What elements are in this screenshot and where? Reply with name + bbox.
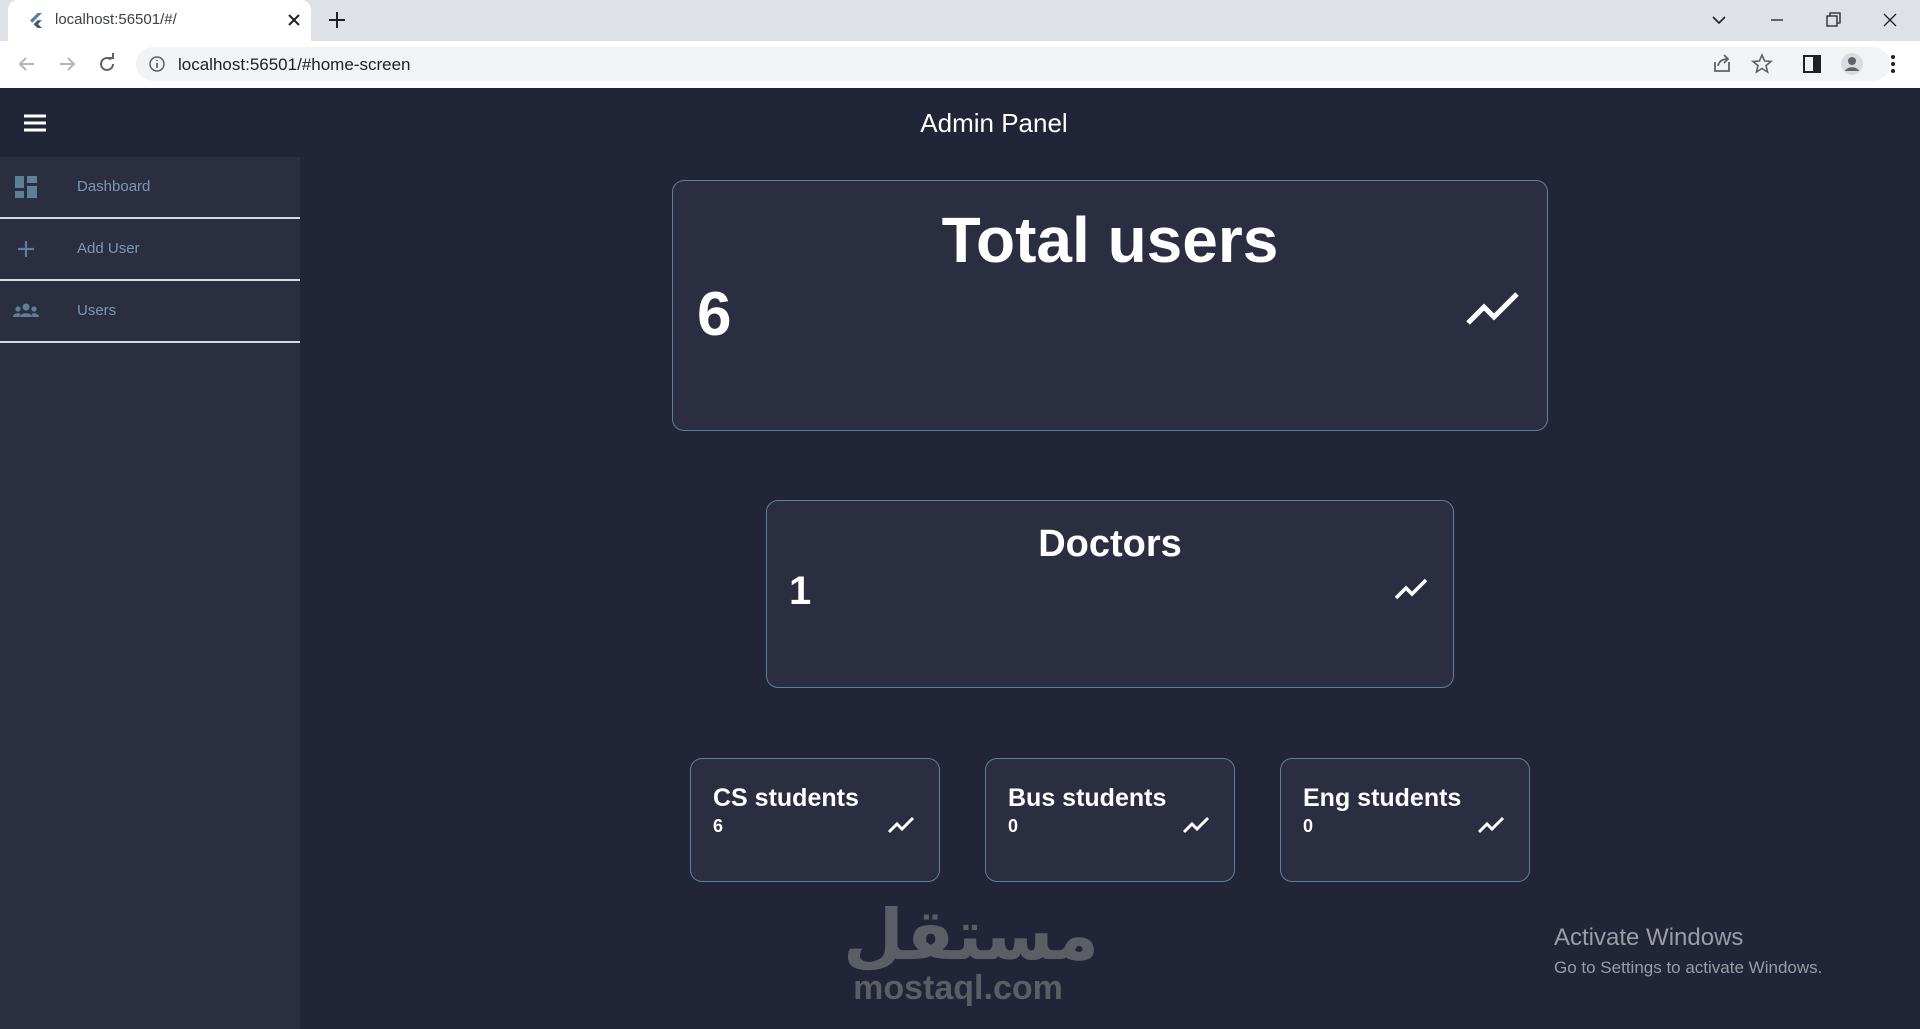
sidebar-item-label: Users — [77, 302, 117, 319]
watermark-latin: mostaql.com — [853, 969, 1063, 1007]
mostaql-watermark: مستقل mostaql.com — [843, 894, 1100, 1007]
new-tab-icon[interactable] — [326, 9, 348, 31]
flutter-icon — [30, 13, 42, 28]
browser-tab[interactable]: localhost:56501/#/ — [8, 0, 311, 41]
trending-up-icon — [887, 816, 915, 834]
forward-icon[interactable] — [55, 52, 79, 76]
eng-students-card: Eng students 0 — [1280, 758, 1530, 882]
tab-search-icon[interactable] — [1707, 8, 1731, 32]
cs-students-card: CS students 6 — [690, 758, 940, 882]
card-title: Eng students — [1303, 784, 1462, 812]
close-window-icon[interactable] — [1878, 8, 1902, 32]
trending-up-icon — [1182, 816, 1210, 834]
restore-icon[interactable] — [1821, 8, 1845, 32]
share-icon[interactable] — [1710, 52, 1734, 76]
tab-title: localhost:56501/#/ — [55, 11, 177, 28]
minimize-icon[interactable] — [1765, 8, 1789, 32]
card-value: 6 — [697, 280, 732, 349]
sidebar-item-dashboard[interactable]: Dashboard — [0, 157, 300, 219]
card-value: 6 — [713, 816, 724, 836]
card-value: 1 — [789, 569, 812, 613]
group-icon — [13, 303, 39, 317]
card-title: Bus students — [1008, 784, 1167, 812]
card-value: 0 — [1303, 816, 1314, 836]
app-bar: Admin Panel — [0, 88, 1920, 157]
card-value: 0 — [1008, 816, 1019, 836]
total-users-card: Total users 6 — [672, 180, 1548, 431]
trending-up-icon — [1477, 816, 1505, 834]
sidebar: Dashboard Add User Users — [0, 157, 300, 1029]
url-field[interactable]: localhost:56501/#home-screen — [136, 47, 1890, 81]
side-panel-icon[interactable] — [1800, 52, 1824, 76]
trending-up-icon — [1394, 578, 1428, 600]
address-bar: localhost:56501/#home-screen — [0, 41, 1920, 89]
card-title: CS students — [713, 784, 859, 812]
doctors-card: Doctors 1 — [766, 500, 1454, 688]
sidebar-item-label: Dashboard — [77, 178, 151, 195]
app-root: Admin Panel Dashboard Add User Users Tot… — [0, 88, 1920, 1029]
watermark-arabic: مستقل — [843, 894, 1100, 976]
reload-icon[interactable] — [95, 52, 119, 76]
url-text: localhost:56501/#home-screen — [178, 55, 411, 74]
page-title: Admin Panel — [920, 108, 1068, 138]
bus-students-card: Bus students 0 — [985, 758, 1235, 882]
back-icon[interactable] — [15, 52, 39, 76]
site-info-icon[interactable] — [148, 55, 166, 73]
dashboard-icon — [15, 176, 37, 198]
profile-icon[interactable] — [1840, 52, 1864, 76]
sidebar-item-users[interactable]: Users — [0, 281, 300, 343]
sidebar-item-label: Add User — [77, 240, 140, 257]
plus-icon — [18, 241, 34, 257]
more-vert-icon[interactable] — [1881, 52, 1905, 76]
card-title: Total users — [941, 204, 1279, 276]
trending-up-icon — [1466, 292, 1519, 325]
close-tab-icon[interactable] — [285, 11, 303, 29]
sidebar-item-add-user[interactable]: Add User — [0, 219, 300, 281]
activate-windows-title: Activate Windows — [1554, 924, 1744, 951]
card-title: Doctors — [1038, 523, 1182, 565]
activate-windows-subtitle: Go to Settings to activate Windows. — [1554, 958, 1823, 977]
bookmark-star-icon[interactable] — [1750, 52, 1774, 76]
browser-tab-strip: localhost:56501/#/ — [0, 0, 1920, 41]
activate-windows-overlay: Activate Windows Go to Settings to activ… — [1554, 924, 1822, 978]
